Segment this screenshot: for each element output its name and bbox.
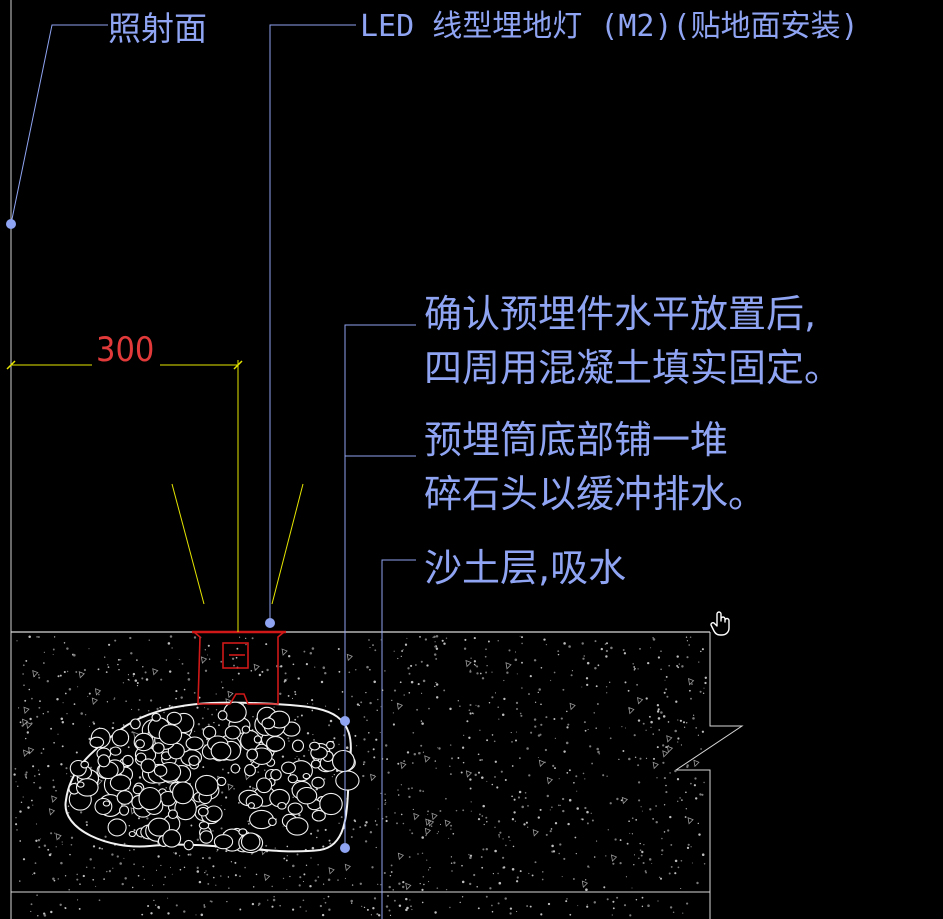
leader-led-fixture: [269, 24, 356, 623]
gravel-note-line1: 预埋筒底部铺一堆: [424, 418, 729, 462]
leader-sand-layer: [381, 559, 416, 632]
dimension-300: [6, 360, 243, 632]
level-note-line1: 确认预埋件水平放置后,: [424, 292, 817, 336]
level-note-line2: 四周用混凝土填实固定。: [424, 346, 843, 390]
hand-pointer-icon: [710, 611, 730, 636]
leader-level-gravel: [344, 324, 416, 848]
led-fixture-housing: [192, 630, 286, 705]
light-beam-right: [271, 483, 304, 605]
light-beam-left: [171, 483, 205, 605]
leader-dot-illuminated: [6, 219, 16, 229]
led-fixture-label: LED 线型埋地灯 (M2)(贴地面安装): [360, 9, 859, 44]
leader-illuminated-surface: [10, 24, 108, 225]
dimension-text: 300: [96, 330, 155, 370]
section-break-line: [674, 632, 744, 919]
sand-layer-label: 沙土层,吸水: [424, 546, 627, 590]
illuminated-surface-label: 照射面: [108, 9, 207, 48]
gravel-note-line2: 碎石头以缓冲排水。: [424, 472, 767, 516]
leader-dot-led: [265, 618, 275, 628]
leader-dot-level: [340, 716, 350, 726]
leader-dot-gravel: [340, 843, 350, 853]
gravel-stones: [68, 701, 360, 854]
